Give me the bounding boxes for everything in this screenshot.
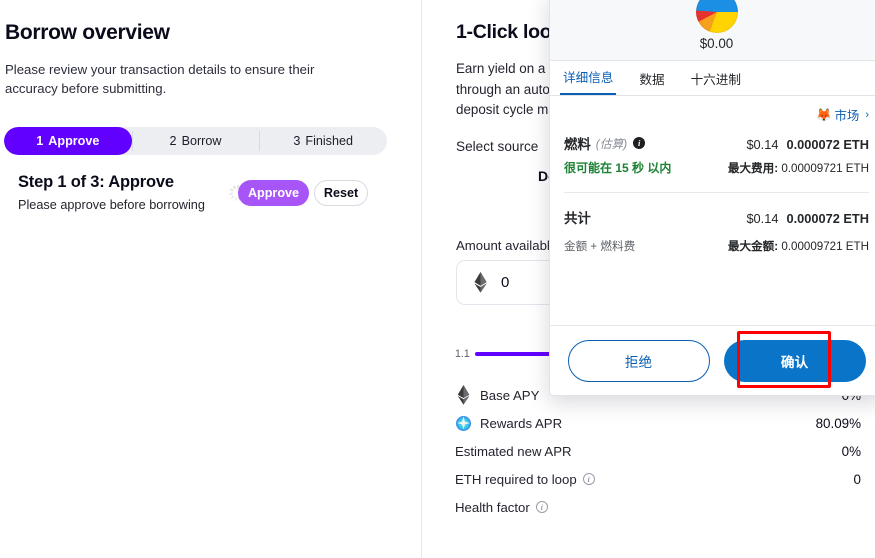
rewards-icon xyxy=(455,415,472,432)
gas-fee-max-group: 最大费用: 0.00009721 ETH xyxy=(728,160,869,176)
step-1-approve[interactable]: 1 Approve xyxy=(4,127,132,155)
ethereum-icon xyxy=(455,385,472,405)
step-2-borrow[interactable]: 2 Borrow xyxy=(131,127,260,155)
amount-available-label: Amount availabl xyxy=(456,238,550,253)
slider-min-label: 1.1 xyxy=(455,348,470,360)
gas-fee-usd: $0.14 xyxy=(746,137,779,152)
page-subtitle: Please review your transaction details t… xyxy=(5,62,315,96)
metric-label: ETH required to loop xyxy=(455,471,577,487)
confirm-button[interactable]: 确认 xyxy=(723,339,866,382)
reset-button[interactable]: Reset xyxy=(314,180,368,206)
step-1-label: Approve xyxy=(48,134,100,148)
total-eth: 0.000072 ETH xyxy=(786,211,869,226)
borrow-overview-panel: Borrow overview Please review your trans… xyxy=(0,0,421,558)
metamask-popup-body: 🦊 市场 › 燃料 (估算) i $0.14 0.000072 ETH 很可能在… xyxy=(550,96,875,254)
total-values: $0.14 0.000072 ETH xyxy=(746,211,869,226)
total-max-group: 最大金额: 0.00009721 ETH xyxy=(728,238,869,254)
screen-root: Borrow overview Please review your trans… xyxy=(0,0,875,558)
total-max-value: 0.00009721 ETH xyxy=(781,240,869,253)
page-title: Borrow overview xyxy=(5,21,170,44)
step-3-label: Finished xyxy=(305,134,353,148)
account-balance: $0.00 xyxy=(699,36,734,51)
metamask-confirmation-popup: $0.00 详细信息 数据 十六进制 🦊 市场 › 燃料 (估算) i $0.1… xyxy=(549,0,875,396)
tab-hex[interactable]: 十六进制 xyxy=(688,69,744,95)
metamask-tab-bar: 详细信息 数据 十六进制 xyxy=(550,61,875,96)
total-row: 共计 $0.14 0.000072 ETH xyxy=(564,207,869,227)
approve-button[interactable]: Approve xyxy=(238,180,309,206)
tab-details[interactable]: 详细信息 xyxy=(560,67,617,95)
one-click-loop-title: 1-Click loop xyxy=(456,21,563,43)
metric-value: 0 xyxy=(853,471,861,487)
market-link[interactable]: 🦊 市场 › xyxy=(564,106,869,124)
metric-label: Base APY xyxy=(480,387,540,403)
total-title: 共计 xyxy=(564,211,591,226)
metrics-list: Base APY 0% Rewards APR 80.09% Estimated… xyxy=(455,381,861,521)
step-progress-bar: 1 Approve 2 Borrow 3 Finished xyxy=(4,127,387,155)
metric-row-health-factor: Health factor i xyxy=(455,493,861,521)
metamask-popup-header: $0.00 xyxy=(550,0,875,61)
info-icon[interactable]: i xyxy=(535,501,548,513)
metric-label: Estimated new APR xyxy=(455,443,572,459)
current-step-heading: Step 1 of 3: Approve xyxy=(18,173,174,191)
gas-fee-max-value: 0.00009721 ETH xyxy=(781,162,869,175)
divider xyxy=(564,192,869,193)
ethereum-icon xyxy=(474,272,487,293)
metric-row-estimated-new-apr: Estimated new APR 0% xyxy=(455,437,861,465)
current-step-subtext: Please approve before borrowing xyxy=(18,198,205,212)
step-3-number: 3 xyxy=(293,134,301,148)
total-subtitle: 金额 + 燃料费 xyxy=(564,240,636,253)
fox-icon: 🦊 xyxy=(815,107,832,122)
gas-fee-eth: 0.000072 ETH xyxy=(786,137,869,152)
account-identicon-icon xyxy=(695,0,738,33)
step-1-number: 1 xyxy=(36,134,44,148)
metric-label: Rewards APR xyxy=(480,415,563,431)
step-2-label: Borrow xyxy=(181,134,222,148)
total-secondary-row: 金额 + 燃料费 最大金额: 0.00009721 ETH xyxy=(564,233,869,254)
gas-fee-speed-estimate: 很可能在 15 秒 以内 xyxy=(564,161,672,175)
gas-fee-title: 燃料 xyxy=(564,137,591,152)
total-max-label: 最大金额: xyxy=(727,240,779,253)
gas-fee-title-group: 燃料 (估算) i xyxy=(564,133,646,153)
info-icon[interactable]: i xyxy=(582,473,595,485)
market-link-label: 市场 xyxy=(834,109,860,123)
gas-fee-secondary-row: 很可能在 15 秒 以内 最大费用: 0.00009721 ETH xyxy=(564,159,869,176)
step-3-finished[interactable]: 3 Finished xyxy=(259,127,387,155)
gas-fee-max-label: 最大费用: xyxy=(727,162,779,175)
chevron-right-icon: › xyxy=(865,109,869,121)
reject-button[interactable]: 拒绝 xyxy=(567,339,710,382)
step-2-number: 2 xyxy=(169,134,177,148)
metric-value: 80.09% xyxy=(815,415,861,431)
metamask-popup-footer: 拒绝 确认 xyxy=(550,325,875,395)
metric-row-eth-required-to-loop: ETH required to loop i 0 xyxy=(455,465,861,493)
amount-value: 0 xyxy=(501,274,510,291)
metric-value: 0% xyxy=(841,443,861,459)
info-icon[interactable]: i xyxy=(633,137,646,149)
select-source-label: Select source xyxy=(456,139,539,154)
metric-label: Health factor xyxy=(455,499,530,515)
gas-fee-row: 燃料 (估算) i $0.14 0.000072 ETH xyxy=(564,133,869,153)
metric-row-rewards-apr: Rewards APR 80.09% xyxy=(455,409,861,437)
gas-fee-values: $0.14 0.000072 ETH xyxy=(746,137,869,152)
tab-data[interactable]: 数据 xyxy=(636,69,667,95)
total-usd: $0.14 xyxy=(746,211,779,226)
gas-fee-estimate-note: (估算) xyxy=(595,136,628,151)
